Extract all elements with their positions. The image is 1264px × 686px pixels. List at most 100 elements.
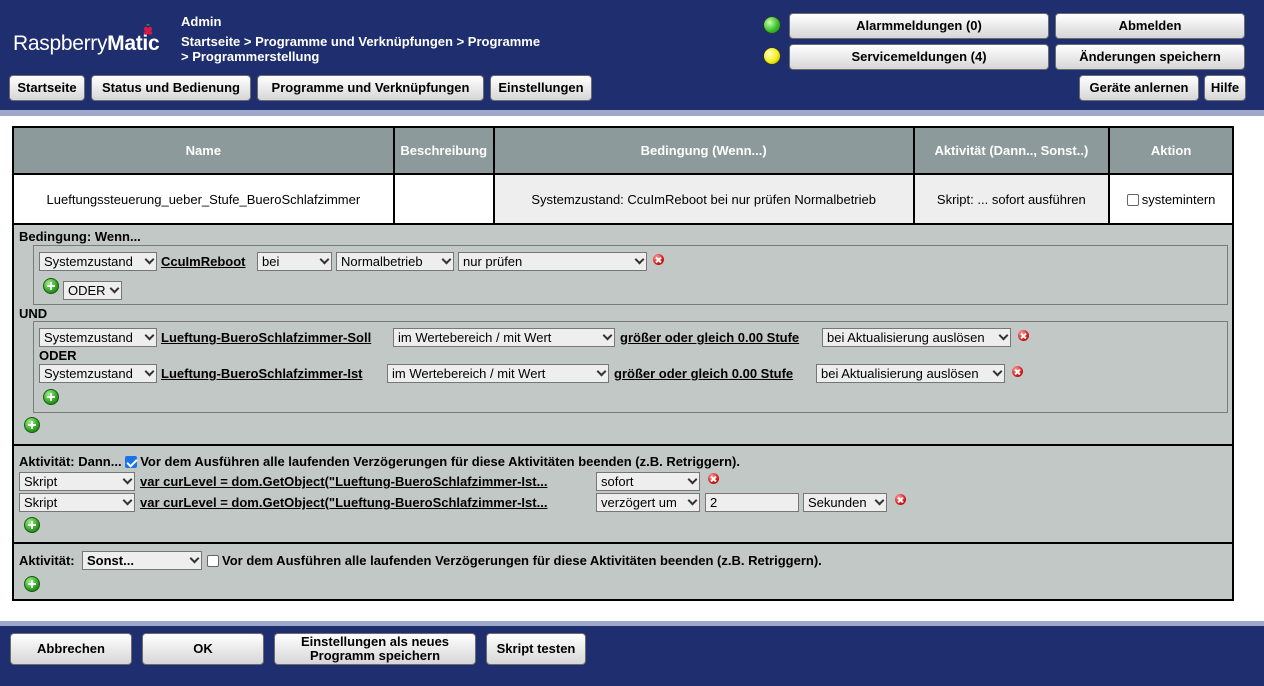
condition-value-select[interactable]: Normalbetrieb — [336, 252, 454, 271]
nav-startseite[interactable]: Startseite — [9, 75, 85, 101]
chevron-down-icon — [998, 330, 1009, 341]
save-as-new-program-button[interactable]: Einstellungen als neues Programm speiche… — [274, 633, 476, 665]
select-value: Sekunden — [808, 495, 867, 510]
delete-activity-icon[interactable] — [895, 494, 906, 505]
col-header-condition: Bedingung (Wenn...) — [492, 126, 915, 175]
current-user: Admin — [181, 14, 222, 29]
chevron-down-icon — [687, 495, 698, 506]
condition-object-link[interactable]: Lueftung-BueroSchlafzimmer-Soll — [161, 328, 371, 347]
select-value: Skript — [24, 495, 58, 510]
condition-mode-select[interactable]: im Wertebereich / mit Wert — [387, 364, 609, 383]
content-area: Name Beschreibung Bedingung (Wenn...) Ak… — [0, 110, 1264, 621]
help-button[interactable]: Hilfe — [1204, 75, 1246, 101]
condition-type-select[interactable]: Systemzustand — [39, 364, 157, 383]
condition-trigger-select[interactable]: nur prüfen — [458, 252, 647, 271]
select-value: im Wertebereich / mit Wert — [392, 366, 546, 381]
else-mode-select[interactable]: Sonst... — [82, 551, 202, 570]
select-value: Systemzustand — [44, 330, 133, 345]
chevron-down-icon — [109, 283, 120, 294]
activity-timing-select[interactable]: verzögert um — [596, 493, 700, 512]
learn-devices-button[interactable]: Geräte anlernen — [1079, 75, 1199, 101]
select-value: bei Aktualisierung auslösen — [821, 366, 979, 381]
alarm-messages-button[interactable]: Alarmmeldungen (0) — [789, 13, 1049, 39]
breadcrumb-line-1: Startseite > Programme und Verknüpfungen… — [181, 34, 541, 49]
header: RaspberryMatic Admin Startseite > Progra… — [0, 0, 1264, 110]
program-action-cell: systemintern — [1108, 173, 1234, 225]
select-value: verzögert um — [601, 495, 677, 510]
delay-unit-select[interactable]: Sekunden — [803, 493, 887, 512]
service-messages-button[interactable]: Servicemeldungen (4) — [789, 44, 1049, 70]
systemintern-checkbox[interactable] — [1126, 193, 1139, 206]
activity-type-select[interactable]: Skript — [19, 472, 135, 491]
delete-condition-icon[interactable] — [1018, 330, 1029, 341]
program-name-cell[interactable]: Lueftungssteuerung_ueber_Stufe_BueroSchl… — [12, 173, 395, 225]
delete-condition-icon[interactable] — [653, 254, 664, 265]
condition-object-link[interactable]: CcuImReboot — [161, 252, 246, 271]
chevron-down-icon — [441, 254, 452, 265]
condition-trigger-select[interactable]: bei Aktualisierung auslösen — [816, 364, 1005, 383]
condition-type-select[interactable]: Systemzustand — [39, 252, 157, 271]
logo-text: Raspberry — [13, 32, 108, 55]
then-title: Aktivität: Dann... — [19, 454, 122, 469]
chevron-down-icon — [144, 366, 155, 377]
add-else-activity-icon[interactable] — [24, 576, 40, 592]
add-condition-icon[interactable] — [43, 389, 59, 405]
else-retrigger-row: Vor dem Ausführen alle laufenden Verzöge… — [207, 553, 822, 568]
condition-compare-link[interactable]: größer oder gleich 0.00 Stufe — [614, 364, 793, 383]
else-retrigger-checkbox[interactable] — [207, 555, 219, 567]
nav-einstellungen[interactable]: Einstellungen — [490, 75, 592, 101]
select-value: bei — [262, 254, 280, 269]
select-value: Normalbetrieb — [341, 254, 423, 269]
chevron-down-icon — [122, 474, 133, 485]
ok-button[interactable]: OK — [142, 633, 264, 665]
chevron-down-icon — [602, 330, 613, 341]
condition-compare-link[interactable]: größer oder gleich 0.00 Stufe — [620, 328, 799, 347]
activity-script-link[interactable]: var curLevel = dom.GetObject("Lueftung-B… — [140, 472, 547, 491]
chevron-down-icon — [687, 474, 698, 485]
program-editor: Bedingung: Wenn... Systemzustand CcuImRe… — [12, 223, 1234, 601]
header-divider — [0, 110, 1264, 116]
add-condition-block-icon[interactable] — [24, 417, 40, 433]
nav-status-und-bedienung[interactable]: Status und Bedienung — [91, 75, 251, 101]
footer-divider — [0, 621, 1264, 626]
condition-trigger-select[interactable]: bei Aktualisierung auslösen — [822, 328, 1011, 347]
chevron-down-icon — [874, 495, 885, 506]
chevron-down-icon — [634, 254, 645, 265]
condition-mode-select[interactable]: im Wertebereich / mit Wert — [393, 328, 615, 347]
footer: Abbrechen OK Einstellungen als neues Pro… — [0, 621, 1264, 686]
select-value: bei Aktualisierung auslösen — [827, 330, 985, 345]
logout-button[interactable]: Abmelden — [1055, 13, 1245, 39]
delete-activity-icon[interactable] — [708, 473, 719, 484]
condition-block-1: Systemzustand CcuImReboot bei Normalbetr… — [33, 245, 1228, 305]
test-script-button[interactable]: Skript testen — [486, 633, 586, 665]
save-changes-button[interactable]: Änderungen speichern — [1055, 44, 1245, 70]
nav-programme-und-verknuepfungen[interactable]: Programme und Verknüpfungen — [257, 75, 484, 101]
col-header-action: Aktion — [1108, 126, 1234, 175]
else-retrigger-label: Vor dem Ausführen alle laufenden Verzöge… — [222, 553, 822, 568]
select-value: Systemzustand — [44, 254, 133, 269]
raspberrymatic-logo: RaspberryMatic — [13, 24, 160, 56]
chevron-down-icon — [189, 553, 200, 564]
cancel-button[interactable]: Abbrechen — [10, 633, 132, 665]
condition-operator-select[interactable]: bei — [257, 252, 332, 271]
add-activity-icon[interactable] — [24, 517, 40, 533]
else-section: Aktivität: Sonst... Vor dem Ausführen al… — [14, 544, 1232, 599]
select-value: Skript — [24, 474, 58, 489]
save-as-new-label-1: Einstellungen als neues — [300, 634, 450, 649]
activity-script-link[interactable]: var curLevel = dom.GetObject("Lueftung-B… — [140, 493, 547, 512]
delete-condition-icon[interactable] — [1012, 366, 1023, 377]
condition-type-select[interactable]: Systemzustand — [39, 328, 157, 347]
activity-type-select[interactable]: Skript — [19, 493, 135, 512]
add-condition-icon[interactable] — [43, 278, 59, 294]
or-operator-select[interactable]: ODER — [63, 281, 122, 300]
condition-section: Bedingung: Wenn... Systemzustand CcuImRe… — [14, 225, 1232, 446]
then-retrigger-checkbox[interactable] — [125, 456, 138, 468]
delay-input[interactable]: 2 — [705, 493, 799, 512]
program-activity-cell: Skript: ... sofort ausführen — [912, 173, 1111, 225]
condition-object-link[interactable]: Lueftung-BueroSchlafzimmer-Ist — [161, 364, 363, 383]
chevron-down-icon — [319, 254, 330, 265]
or-label: ODER — [39, 348, 77, 363]
activity-timing-select[interactable]: sofort — [596, 472, 700, 491]
program-description-cell[interactable] — [392, 173, 495, 225]
service-status-led-icon — [763, 47, 781, 65]
